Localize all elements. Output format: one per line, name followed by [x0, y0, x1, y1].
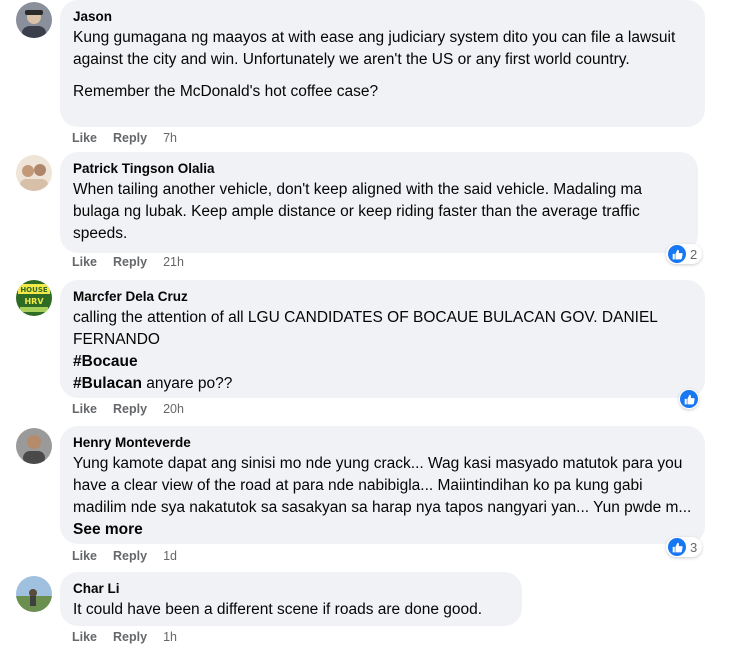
comment-bubble: Marcfer Dela Cruz calling the attention …: [60, 280, 705, 398]
thumbs-up-icon: [668, 538, 686, 556]
comment-actions: Like Reply 1d: [72, 549, 177, 563]
svg-text:HOUSE: HOUSE: [20, 286, 48, 294]
comment-timestamp[interactable]: 1h: [163, 630, 177, 644]
comment-timestamp[interactable]: 21h: [163, 255, 184, 269]
comment-body: Yung kamote dapat ang sinisi mo nde yung…: [73, 455, 692, 516]
comment-timestamp[interactable]: 7h: [163, 131, 177, 145]
reply-button[interactable]: Reply: [113, 402, 147, 416]
comment-author[interactable]: Marcfer Dela Cruz: [73, 288, 692, 305]
comment-bubble: Char Li It could have been a different s…: [60, 572, 522, 626]
reaction-count[interactable]: 2: [666, 244, 703, 264]
comment-timestamp[interactable]: 20h: [163, 402, 184, 416]
avatar[interactable]: [16, 2, 52, 38]
comment-line: calling the attention of all LGU CANDIDA…: [73, 309, 658, 348]
like-button[interactable]: Like: [72, 549, 97, 563]
reply-button[interactable]: Reply: [113, 131, 147, 145]
avatar[interactable]: [16, 576, 52, 612]
svg-text:HRV: HRV: [24, 297, 44, 306]
comment-paragraph: Remember the McDonald's hot coffee case?: [73, 83, 379, 100]
comment-bubble: Jason Kung gumagana ng maayos at with ea…: [60, 0, 705, 127]
comment-author[interactable]: Henry Monteverde: [73, 434, 692, 451]
comment-author[interactable]: Char Li: [73, 580, 509, 597]
see-more-link[interactable]: See more: [73, 521, 143, 538]
like-button[interactable]: Like: [72, 131, 97, 145]
comment-actions: Like Reply 20h: [72, 402, 184, 416]
thumbs-up-icon: [680, 390, 698, 408]
comment-text: It could have been a different scene if …: [73, 601, 483, 618]
comment-line: anyare po??: [141, 375, 233, 392]
avatar[interactable]: HOUSE HRV: [16, 280, 52, 316]
avatar[interactable]: [16, 428, 52, 464]
hashtag-link[interactable]: #Bulacan: [73, 375, 142, 392]
comment-author[interactable]: Jason: [73, 8, 692, 25]
avatar[interactable]: [16, 155, 52, 191]
like-button[interactable]: Like: [72, 402, 97, 416]
comment-actions: Like Reply 1h: [72, 630, 177, 644]
comment-paragraph: Kung gumagana ng maayos at with ease ang…: [73, 29, 676, 68]
comment-text: Yung kamote dapat ang sinisi mo nde yung…: [73, 453, 692, 541]
comment-bubble: Patrick Tingson Olalia When tailing anot…: [60, 152, 698, 253]
comment-actions: Like Reply 7h: [72, 131, 177, 145]
comment-actions: Like Reply 21h: [72, 255, 184, 269]
comment-author[interactable]: Patrick Tingson Olalia: [73, 160, 685, 177]
thumbs-up-icon: [668, 245, 686, 263]
comment-text: calling the attention of all LGU CANDIDA…: [73, 307, 692, 395]
reply-button[interactable]: Reply: [113, 549, 147, 563]
like-button[interactable]: Like: [72, 630, 97, 644]
comment-text: Kung gumagana ng maayos at with ease ang…: [73, 27, 692, 103]
comment-timestamp[interactable]: 1d: [163, 549, 177, 563]
reply-button[interactable]: Reply: [113, 630, 147, 644]
hashtag-link[interactable]: #Bocaue: [73, 353, 138, 370]
reply-button[interactable]: Reply: [113, 255, 147, 269]
reaction-count[interactable]: 3: [666, 537, 703, 557]
like-button[interactable]: Like: [72, 255, 97, 269]
comment-bubble: Henry Monteverde Yung kamote dapat ang s…: [60, 426, 705, 544]
comment-text: When tailing another vehicle, don't keep…: [73, 181, 643, 242]
reaction-count[interactable]: [679, 389, 699, 409]
